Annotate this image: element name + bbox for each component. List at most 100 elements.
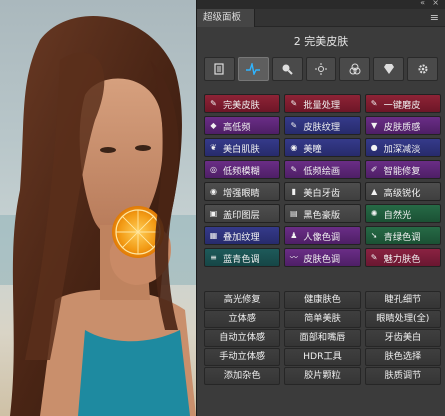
function-button-label: 高级锐化 [383, 187, 421, 199]
text-button[interactable]: 胶片颗粒 [284, 367, 361, 385]
text-button[interactable]: 简单美肤 [284, 310, 361, 328]
text-button[interactable]: 睫孔细节 [364, 291, 441, 309]
function-button[interactable]: ✎ 一键磨皮 [364, 94, 441, 113]
pulse-icon[interactable] [237, 57, 269, 81]
blur-icon: ◎ [210, 164, 217, 174]
arrow-icon: ➘ [370, 230, 378, 240]
function-button[interactable]: ✎ 皮肤纹理 [284, 116, 361, 135]
function-button[interactable]: ◎ 低频模糊 [204, 160, 281, 179]
function-button[interactable]: ➘ 青绿色调 [364, 226, 441, 245]
brush-icon: ✎ [370, 98, 378, 108]
photo-canvas [0, 0, 196, 416]
brush-icon: ✎ [210, 98, 217, 108]
sun-icon[interactable] [305, 57, 337, 81]
gear-icon[interactable] [407, 57, 439, 81]
feather-icon: ❦ [210, 142, 217, 152]
brush-icon: ✎ [290, 120, 298, 130]
function-button-label: 魅力肤色 [383, 253, 421, 265]
close-icon[interactable]: × [432, 0, 439, 7]
pattern-icon: ▦ [209, 230, 218, 240]
function-button-label: 批量处理 [303, 99, 341, 111]
figure-icon: ♟ [290, 230, 298, 240]
panel-titlebar: 超级面板 ≡ [197, 9, 445, 27]
function-button[interactable]: ✎ 魅力肤色 [364, 248, 441, 267]
wave-icon: 〰 [289, 252, 298, 262]
text-button[interactable]: 添加杂色 [204, 367, 281, 385]
magnifier-icon[interactable] [271, 57, 303, 81]
function-button[interactable]: ✺ 自然光 [364, 204, 441, 223]
eye-icon: ◉ [210, 186, 217, 196]
function-button[interactable]: ◆ 高低频 [204, 116, 281, 135]
super-panel: « × 超级面板 ≡ 2 完美皮肤 ✎ 完美皮肤 ✎ 批量处理 ✎ 一键磨皮 ◆ 高低频 ✎ 皮肤… [196, 0, 445, 416]
function-button[interactable]: ✎ 低频绘画 [284, 160, 361, 179]
pencil-icon: ✐ [370, 164, 378, 174]
document-icon[interactable] [204, 57, 235, 81]
text-button[interactable]: HDR工具 [284, 348, 361, 366]
panel-tab[interactable]: 超级面板 [197, 9, 255, 27]
function-button[interactable]: ✎ 批量处理 [284, 94, 361, 113]
text-button[interactable]: 肤色选择 [364, 348, 441, 366]
text-button[interactable]: 手动立体感 [204, 348, 281, 366]
function-button[interactable]: ♟ 人像色调 [284, 226, 361, 245]
function-button[interactable]: ▦ 叠加纹理 [204, 226, 281, 245]
color-circles-icon[interactable] [339, 57, 371, 81]
text-button-grid: 高光修复 健康肤色 睫孔细节立体感 简单美肤 眼睛处理(全) 自动立体感 面部和嘴唇 牙齿美白… [204, 291, 441, 385]
function-button-label: 青绿色调 [383, 231, 421, 243]
function-button-label: 高低频 [223, 121, 251, 133]
function-button-label: 增强眼睛 [223, 187, 260, 199]
function-button[interactable]: ▼ 皮肤质感 [364, 116, 441, 135]
diamond-icon: ◆ [210, 120, 217, 130]
function-button[interactable]: ❦ 美白肌肤 [204, 138, 281, 157]
function-button-label: 美白牙齿 [303, 187, 341, 199]
text-button[interactable]: 自动立体感 [204, 329, 281, 347]
function-button-label: 美瞳 [303, 143, 322, 155]
function-button-label: 黑色豪版 [303, 209, 341, 221]
light-icon: ✺ [370, 208, 378, 218]
function-button[interactable]: ● 加深减淡 [364, 138, 441, 157]
tooth-icon: ▮ [291, 186, 297, 196]
function-button[interactable]: ▤ 黑色豪版 [284, 204, 361, 223]
function-button-label: 盖印图层 [223, 209, 260, 221]
function-button-label: 美白肌肤 [223, 143, 260, 155]
function-button[interactable]: ◉ 增强眼睛 [204, 182, 281, 201]
function-button[interactable]: ▮ 美白牙齿 [284, 182, 361, 201]
collapse-icon[interactable]: « [420, 0, 425, 7]
function-button[interactable]: ✎ 完美皮肤 [204, 94, 281, 113]
function-button-label: 皮肤纹理 [303, 121, 341, 133]
function-button-label: 加深减淡 [383, 143, 421, 155]
text-button[interactable]: 眼睛处理(全) [364, 310, 441, 328]
stamp-icon: ▣ [209, 208, 218, 218]
text-button[interactable]: 高光修复 [204, 291, 281, 309]
function-button-label: 一键磨皮 [383, 99, 421, 111]
function-grid: ✎ 完美皮肤 ✎ 批量处理 ✎ 一键磨皮 ◆ 高低频 ✎ 皮肤纹理 ▼ 皮肤质感 ❦ 美白肌肤 ◉ 美瞳 ● 加深… [204, 94, 441, 267]
function-button-label: 自然光 [383, 209, 412, 221]
text-button[interactable]: 肤质调节 [364, 367, 441, 385]
category-tabs [204, 57, 439, 83]
portrait-photo [0, 16, 196, 416]
function-button-label: 智能修复 [383, 165, 421, 177]
function-button-label: 皮肤质感 [383, 121, 421, 133]
function-button[interactable]: ▣ 盖印图层 [204, 204, 281, 223]
layers-icon: ▤ [290, 208, 298, 218]
brush-icon: ✎ [370, 252, 378, 262]
function-button-label: 完美皮肤 [223, 99, 260, 111]
function-button-label: 叠加纹理 [223, 231, 260, 243]
eye-icon: ◉ [290, 142, 298, 152]
function-button[interactable]: ✐ 智能修复 [364, 160, 441, 179]
text-button[interactable]: 立体感 [204, 310, 281, 328]
text-button[interactable]: 面部和嘴唇 [284, 329, 361, 347]
function-button[interactable]: ◉ 美瞳 [284, 138, 361, 157]
triangle-icon: ▲ [371, 186, 378, 196]
text-button[interactable]: 牙齿美白 [364, 329, 441, 347]
diamond-icon[interactable] [373, 57, 405, 81]
function-button-label: 蓝青色调 [223, 253, 260, 265]
text-button[interactable]: 健康肤色 [284, 291, 361, 309]
panel-menu-icon[interactable]: ≡ [430, 11, 439, 24]
function-button-label: 人像色调 [303, 231, 341, 243]
function-button[interactable]: 〰皮肤色调 [284, 248, 361, 267]
panel-heading: 2 完美皮肤 [293, 35, 349, 48]
function-button[interactable]: ▲ 高级锐化 [364, 182, 441, 201]
pin-icon: ▼ [371, 120, 378, 130]
blob-icon: ● [370, 142, 378, 152]
function-button[interactable]: ≡ 蓝青色调 [204, 248, 281, 267]
